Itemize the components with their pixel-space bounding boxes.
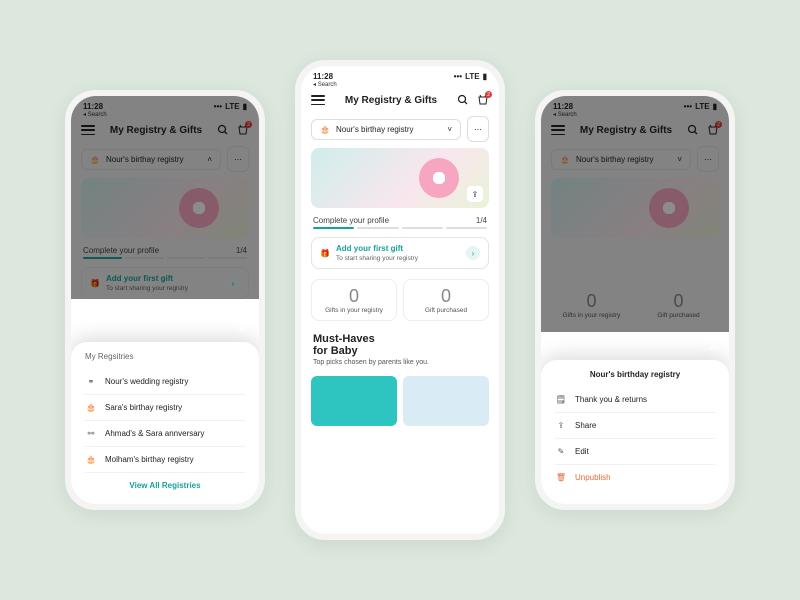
phone-main: 11:28 •••LTE▮ ◂ Search My Registry & Gif… xyxy=(295,60,505,540)
status-indicators: •••LTE▮ xyxy=(684,102,717,111)
status-bar: 11:28 •••LTE▮ xyxy=(301,66,499,81)
profile-step: 1/4 xyxy=(236,246,247,255)
back-to-search[interactable]: ◂ Search xyxy=(301,81,499,88)
view-all-registries[interactable]: View All Registries xyxy=(85,473,245,490)
share-hero-button[interactable]: ⇪ xyxy=(467,186,483,202)
complete-profile-label: Complete your profile xyxy=(313,216,389,225)
must-haves-section: Must-Havesfor Baby Top picks chosen by p… xyxy=(301,327,499,372)
registry-current: Nour's birthay registry xyxy=(576,155,654,164)
registry-item[interactable]: ⚭Nour's wedding registry xyxy=(85,369,245,395)
product-card[interactable] xyxy=(311,376,397,426)
status-time: 11:28 xyxy=(83,102,103,111)
hero-image xyxy=(81,178,249,238)
edit-icon: ✎ xyxy=(555,447,567,456)
chevron-down-icon: ˅ xyxy=(447,125,452,134)
registry-current: Nour's birthay registry xyxy=(106,155,184,164)
hero-image xyxy=(551,178,719,238)
action-thank-you[interactable]: 🗒Thank you & returns xyxy=(555,387,715,413)
profile-progress xyxy=(71,257,259,263)
add-gift-card[interactable]: 🎁 Add your first giftTo start sharing yo… xyxy=(81,267,249,299)
cart-icon[interactable]: 2 xyxy=(477,94,489,106)
back-to-search[interactable]: ◂ Search xyxy=(541,111,729,118)
menu-icon[interactable] xyxy=(81,125,95,135)
stat-purchased[interactable]: 0 Gift purchased xyxy=(638,284,719,326)
search-icon[interactable] xyxy=(457,94,469,106)
menu-icon[interactable] xyxy=(551,125,565,135)
phone-registries-sheet: 11:28 •••LTE▮ ◂ Search My Registry & Gif… xyxy=(65,90,265,510)
sheet-title: My Regsitries xyxy=(85,352,245,361)
status-time: 11:28 xyxy=(313,72,333,81)
stat-purchased[interactable]: 0 Gift purchased xyxy=(403,279,489,321)
registry-dropdown[interactable]: 🎂 Nour's birthay registry ˅ xyxy=(311,119,461,140)
page-title: My Registry & Gifts xyxy=(345,95,437,106)
close-icon[interactable]: ✕ xyxy=(707,338,719,355)
sheet-title: Nour's birthday registry xyxy=(555,370,715,379)
status-indicators: •••LTE▮ xyxy=(454,72,487,81)
registry-item[interactable]: 🎂Molham's birthay registry xyxy=(85,447,245,473)
cake-icon: 🎂 xyxy=(85,403,97,412)
stat-gifts[interactable]: 0 Gifts in your registry xyxy=(311,279,397,321)
status-bar: 11:28 •••LTE▮ xyxy=(541,96,729,111)
chevron-right-icon: › xyxy=(226,276,240,290)
stat-gifts[interactable]: 0 Gifts in your registry xyxy=(551,284,632,326)
chevron-down-icon: ˅ xyxy=(677,155,682,164)
hero-image: ⇪ xyxy=(311,148,489,208)
share-icon: ⇪ xyxy=(555,421,567,430)
registry-more-button[interactable]: ⋯ xyxy=(227,146,249,172)
gift-icon: 🎁 xyxy=(320,249,330,258)
action-unpublish[interactable]: 🗑Unpublish xyxy=(555,465,715,490)
cake-icon: 🎂 xyxy=(560,155,570,164)
menu-icon[interactable] xyxy=(311,95,325,105)
cake-icon: 🎂 xyxy=(320,125,330,134)
profile-progress xyxy=(301,227,499,233)
rings-icon: ⚯ xyxy=(85,429,97,438)
registry-item[interactable]: ⚯Ahmad's & Sara annversary xyxy=(85,421,245,447)
add-gift-card[interactable]: 🎁 Add your first giftTo start sharing yo… xyxy=(311,237,489,269)
cart-badge: 2 xyxy=(485,91,492,98)
cart-icon[interactable]: 2 xyxy=(237,124,249,136)
gift-icon: 🎁 xyxy=(90,279,100,288)
back-to-search[interactable]: ◂ Search xyxy=(71,111,259,118)
cart-badge: 2 xyxy=(245,121,252,128)
ring-icon: ⚭ xyxy=(85,377,97,386)
search-icon[interactable] xyxy=(217,124,229,136)
cake-icon: 🎂 xyxy=(90,155,100,164)
note-icon: 🗒 xyxy=(555,395,567,404)
search-icon[interactable] xyxy=(687,124,699,136)
complete-profile-label: Complete your profile xyxy=(83,246,159,255)
action-share[interactable]: ⇪Share xyxy=(555,413,715,439)
registry-more-button[interactable]: ⋯ xyxy=(467,116,489,142)
trash-icon: 🗑 xyxy=(555,473,567,482)
action-edit[interactable]: ✎Edit xyxy=(555,439,715,465)
chevron-up-icon: ˄ xyxy=(207,155,212,164)
registry-current: Nour's birthay registry xyxy=(336,125,414,134)
status-time: 11:28 xyxy=(553,102,573,111)
chevron-right-icon: › xyxy=(466,246,480,260)
phone-actions-sheet: 11:28 •••LTE▮ ◂ Search My Registry & Gif… xyxy=(535,90,735,510)
status-indicators: •••LTE▮ xyxy=(214,102,247,111)
registries-sheet: ✕ My Regsitries ⚭Nour's wedding registry… xyxy=(71,342,259,504)
registry-dropdown[interactable]: 🎂 Nour's birthay registry ˄ xyxy=(81,149,221,170)
registry-item[interactable]: 🎂Sara's birthay registry xyxy=(85,395,245,421)
status-bar: 11:28 •••LTE▮ xyxy=(71,96,259,111)
page-title: My Registry & Gifts xyxy=(580,125,672,136)
actions-sheet: ✕ Nour's birthday registry 🗒Thank you & … xyxy=(541,360,729,504)
registry-dropdown[interactable]: 🎂 Nour's birthay registry ˅ xyxy=(551,149,691,170)
close-icon[interactable]: ✕ xyxy=(237,320,249,337)
cake-icon: 🎂 xyxy=(85,455,97,464)
product-card[interactable] xyxy=(403,376,489,426)
page-title: My Registry & Gifts xyxy=(110,125,202,136)
cart-badge: 2 xyxy=(715,121,722,128)
profile-step: 1/4 xyxy=(476,216,487,225)
cart-icon[interactable]: 2 xyxy=(707,124,719,136)
registry-more-button[interactable]: ⋯ xyxy=(697,146,719,172)
